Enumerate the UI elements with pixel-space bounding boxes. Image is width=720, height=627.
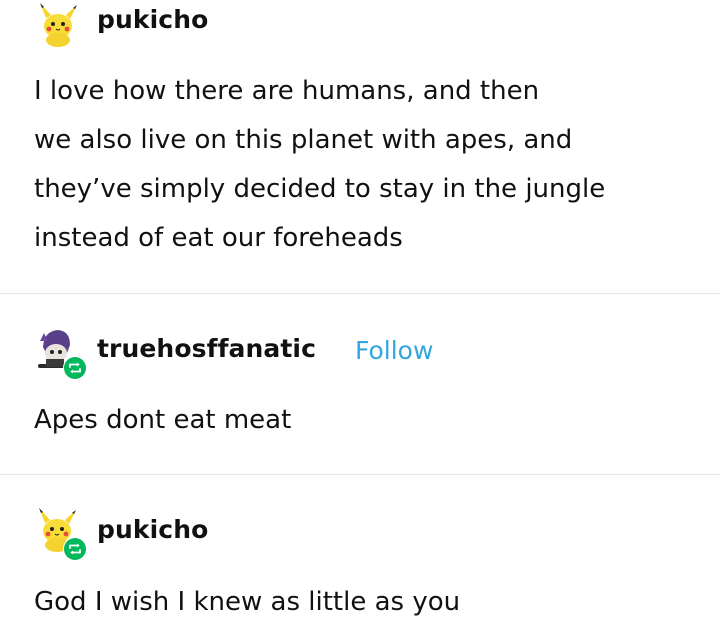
post-reply: truehosffanatic Follow Apes dont eat mea…	[0, 294, 720, 474]
reblog-badge-icon	[63, 356, 87, 380]
reblog-badge-icon	[63, 537, 87, 561]
follow-button[interactable]: Follow	[355, 336, 433, 365]
post-text-line: God I wish I knew as little as you	[34, 587, 461, 617]
post-text-line: Apes dont eat meat	[34, 405, 292, 435]
post-username[interactable]: pukicho	[97, 5, 208, 34]
post-text: I love how there are humans, and then we…	[34, 67, 605, 263]
post-text-line: I love how there are humans, and then	[34, 76, 540, 106]
post-text-line: instead of eat our foreheads	[34, 223, 403, 253]
post-username[interactable]: truehosffanatic	[97, 334, 316, 363]
post-text: God I wish I knew as little as you	[34, 578, 460, 627]
post-original: pukicho I love how there are humans, and…	[0, 0, 720, 293]
post-text-line: we also live on this planet with apes, a…	[34, 125, 573, 155]
post-username[interactable]: pukicho	[97, 515, 208, 544]
post-text-line: they’ve simply decided to stay in the ju…	[34, 174, 606, 204]
pikachu-avatar-icon[interactable]	[35, 2, 81, 48]
post-text: Apes dont eat meat	[34, 396, 291, 445]
post-reply: pukicho God I wish I knew as little as y…	[0, 475, 720, 617]
